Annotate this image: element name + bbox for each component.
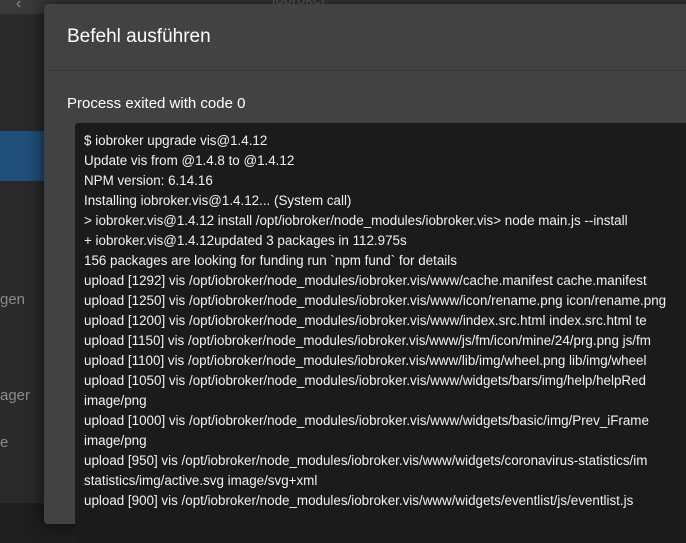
- dialog-title: Befehl ausführen: [67, 26, 211, 47]
- console-line: upload [1000] vis /opt/iobroker/node_mod…: [84, 413, 649, 428]
- console-line: > iobroker.vis@1.4.12 install /opt/iobro…: [84, 213, 628, 228]
- back-arrow-icon[interactable]: ‹: [16, 0, 21, 13]
- console-line: + iobroker.vis@1.4.12updated 3 packages …: [84, 233, 407, 248]
- console-line: upload [950] vis /opt/iobroker/node_modu…: [84, 453, 648, 468]
- console-line: upload [1150] vis /opt/iobroker/node_mod…: [84, 333, 651, 348]
- sidebar-item-label[interactable]: e: [0, 434, 8, 451]
- console-line: statistics/img/active.svg image/svg+xml: [84, 473, 318, 488]
- console-line: image/png: [84, 393, 147, 408]
- console-line: upload [1292] vis /opt/iobroker/node_mod…: [84, 273, 647, 288]
- console-line: upload [1100] vis /opt/iobroker/node_mod…: [84, 353, 647, 368]
- console-line: NPM version: 6.14.16: [84, 173, 213, 188]
- console-line: Update vis from @1.4.8 to @1.4.12: [84, 153, 295, 168]
- console-line: upload [1200] vis /opt/iobroker/node_mod…: [84, 313, 647, 328]
- console-line: 156 packages are looking for funding run…: [84, 253, 457, 268]
- console-line: upload [1250] vis /opt/iobroker/node_mod…: [84, 293, 667, 308]
- sidebar-item-label[interactable]: gen: [0, 291, 25, 308]
- divider: [44, 70, 686, 71]
- process-status: Process exited with code 0: [67, 95, 246, 112]
- console-line: upload [1050] vis /opt/iobroker/node_mod…: [84, 373, 646, 388]
- console-line: $ iobroker upgrade vis@1.4.12: [84, 133, 268, 148]
- console-lines: $ iobroker upgrade vis@1.4.12 Update vis …: [84, 131, 666, 511]
- sidebar-item-label[interactable]: ager: [0, 387, 30, 404]
- command-dialog: Befehl ausführen Process exited with cod…: [44, 4, 686, 543]
- console-line: image/png: [84, 433, 147, 448]
- console-output[interactable]: $ iobroker upgrade vis@1.4.12 Update vis …: [75, 123, 686, 543]
- console-line: Installing iobroker.vis@1.4.12... (Syste…: [84, 193, 352, 208]
- sidebar: [0, 14, 44, 503]
- sidebar-item-active[interactable]: [0, 131, 44, 181]
- console-line: upload [900] vis /opt/iobroker/node_modu…: [84, 493, 634, 508]
